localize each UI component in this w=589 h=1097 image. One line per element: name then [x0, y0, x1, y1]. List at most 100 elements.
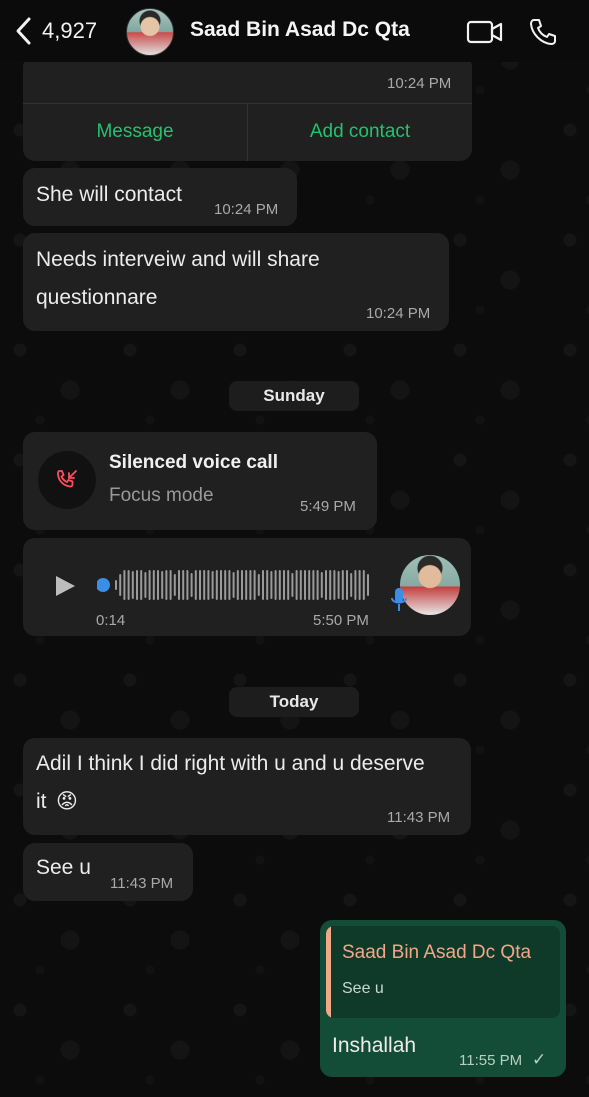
incoming-message[interactable]: She will contact 10:24 PM	[23, 168, 297, 226]
waveform-bar	[194, 570, 197, 600]
message-time: 11:43 PM	[387, 809, 451, 826]
incoming-message[interactable]: Needs interveiw and will share questionn…	[23, 233, 449, 331]
waveform-bar	[220, 570, 222, 600]
waveform-bar	[257, 574, 260, 596]
waveform-bar	[312, 570, 315, 600]
waveform-bar	[316, 570, 319, 600]
voice-message[interactable]: 0:14 5:50 PM	[23, 538, 471, 636]
outgoing-message[interactable]: Saad Bin Asad Dc Qta See u Inshallah 11:…	[320, 920, 566, 1077]
waveform-bar	[224, 570, 227, 600]
waveform-bar	[165, 570, 168, 600]
back-button[interactable]: 4,927	[14, 16, 97, 46]
waveform-bar	[241, 570, 243, 600]
waveform-bar	[291, 573, 294, 597]
waveform-bar	[367, 574, 369, 596]
waveform-bar	[354, 570, 357, 600]
message-button[interactable]: Message	[23, 103, 247, 161]
waveform-bar	[119, 574, 122, 596]
waveform-bar	[249, 570, 252, 600]
waveform-bar	[325, 570, 327, 600]
waveform-bar	[199, 570, 201, 600]
waveform-bar	[232, 572, 235, 598]
waveform-bar	[228, 570, 231, 600]
incoming-message[interactable]: Adil I think I did right with u and u de…	[23, 738, 471, 835]
missed-call-icon	[57, 470, 77, 488]
waveform-bar	[115, 580, 117, 590]
waveform-bar	[148, 570, 151, 600]
message-text: Inshallah	[332, 1034, 417, 1057]
message-text: Needs interveiw and will share	[36, 248, 320, 271]
waveform-bar	[178, 570, 180, 600]
phone-icon[interactable]	[528, 17, 558, 47]
waveform-bar	[186, 570, 189, 600]
waveform-bar	[270, 571, 273, 599]
sent-check-icon: ✓	[532, 1050, 547, 1069]
date-separator: Sunday	[229, 381, 359, 411]
waveform-bar	[169, 570, 172, 600]
chevron-left-icon	[16, 17, 31, 45]
waveform-bar	[299, 570, 302, 600]
chat-header: 4,927 Saad Bin Asad Dc Qta	[0, 0, 589, 62]
waveform-bar	[304, 570, 306, 600]
playback-position-dot[interactable]	[97, 578, 110, 592]
microphone-icon	[391, 588, 407, 611]
incoming-message[interactable]: See u 11:43 PM	[23, 843, 193, 901]
quote-bar	[326, 926, 331, 1018]
unread-count: 4,927	[42, 18, 98, 43]
message-time: 10:24 PM	[366, 305, 431, 322]
message-text: See u	[36, 856, 91, 879]
waveform-bar	[358, 570, 361, 600]
contact-name[interactable]: Saad Bin Asad Dc Qta	[190, 18, 410, 42]
waveform-bar	[157, 570, 159, 600]
waveform-bar	[341, 570, 344, 600]
add-contact-button[interactable]: Add contact	[248, 103, 472, 161]
waveform-bar	[211, 571, 214, 599]
waveform-bar	[173, 574, 176, 596]
message-time: 10:24 PM	[387, 75, 452, 92]
message-time: 5:50 PM	[313, 612, 369, 629]
missed-call-message[interactable]: Silenced voice call Focus mode 5:49 PM	[23, 432, 377, 530]
waveform-bar	[203, 570, 206, 600]
waveform-bar	[262, 570, 264, 600]
waveform-bar	[140, 570, 143, 600]
sender-avatar	[400, 555, 460, 615]
angry-emoji: 😡	[56, 790, 78, 813]
message-time: 10:24 PM	[214, 201, 279, 218]
waveform-bar	[287, 570, 290, 600]
waveform-bar	[253, 570, 256, 600]
waveform-bar	[136, 570, 138, 600]
waveform-bar	[245, 570, 248, 600]
message-time: 5:49 PM	[300, 498, 356, 515]
waveform-bar	[144, 572, 147, 598]
voice-duration: 0:14	[96, 612, 126, 629]
date-separator: Today	[229, 687, 359, 717]
message-text: Adil I think I did right with u and u de…	[36, 752, 425, 775]
call-status-icon-wrap	[38, 451, 96, 509]
waveform-bar	[152, 570, 155, 600]
waveform-bar	[182, 570, 185, 600]
waveform-bar	[190, 573, 193, 597]
message-text: questionnare	[36, 286, 158, 309]
call-title: Silenced voice call	[109, 452, 278, 473]
waveform-bar	[362, 570, 365, 600]
waveform-bar	[346, 570, 348, 600]
waveform-bar	[274, 570, 277, 600]
contact-card: 10:24 PM Message Add contact	[23, 55, 472, 161]
message-time: 11:55 PM	[459, 1052, 523, 1069]
video-call-icon[interactable]	[466, 19, 504, 45]
waveform-bar	[266, 570, 269, 600]
waveform-bar	[236, 570, 239, 600]
play-icon[interactable]	[53, 574, 77, 598]
quoted-message[interactable]: Saad Bin Asad Dc Qta See u	[326, 926, 560, 1018]
waveform-bar	[283, 570, 285, 600]
waveform-bar	[333, 570, 336, 600]
voice-waveform[interactable]	[97, 568, 375, 602]
waveform-bar	[123, 570, 126, 600]
waveform-bar	[127, 570, 130, 600]
waveform-bar	[278, 570, 281, 600]
message-text: She will contact	[36, 183, 182, 206]
call-subtitle: Focus mode	[109, 485, 214, 506]
waveform-bar	[131, 571, 134, 599]
avatar[interactable]	[126, 8, 174, 56]
message-text: it	[36, 790, 47, 813]
